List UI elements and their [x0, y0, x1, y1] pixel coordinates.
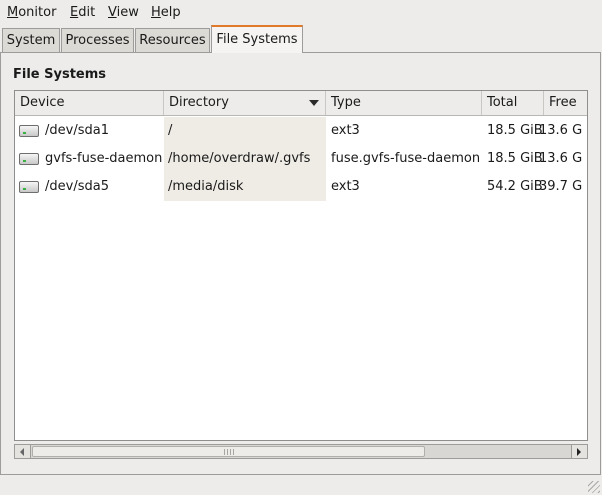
tab-resources[interactable]: Resources — [135, 28, 210, 52]
directory-cell: /home/overdraw/.gvfs — [164, 145, 326, 173]
table-row[interactable]: /dev/sda1 / ext3 18.5 GiB 13.6 G — [15, 117, 587, 145]
device-cell: gvfs-fuse-daemon — [15, 145, 164, 173]
section-title: File Systems — [13, 67, 107, 82]
directory-cell: / — [164, 117, 326, 145]
tab-system[interactable]: System — [2, 28, 60, 52]
column-header-type[interactable]: Type — [326, 91, 482, 115]
type-cell: ext3 — [331, 123, 360, 138]
column-header-directory[interactable]: Directory — [164, 91, 326, 115]
arrow-left-icon — [20, 448, 24, 456]
hard-drive-icon — [19, 125, 39, 137]
device-cell: /dev/sda5 — [15, 173, 164, 201]
menu-edit[interactable]: Edit — [70, 5, 95, 20]
column-header-device[interactable]: Device — [15, 91, 164, 115]
free-cell: 39.7 G — [539, 179, 583, 194]
device-cell: /dev/sda1 — [15, 117, 164, 145]
window-resize-grip[interactable] — [588, 481, 600, 493]
free-cell: 13.6 G — [539, 151, 583, 166]
sort-descending-icon — [309, 100, 319, 106]
menu-help[interactable]: Help — [151, 5, 181, 20]
menu-view[interactable]: View — [108, 5, 139, 20]
menu-monitor[interactable]: Monitor — [7, 5, 56, 20]
table-row[interactable]: gvfs-fuse-daemon /home/overdraw/.gvfs fu… — [15, 145, 587, 173]
scroll-right-button[interactable] — [571, 445, 587, 458]
table-header: Device Directory Type Total Free — [15, 91, 587, 116]
scroll-left-button[interactable] — [15, 445, 31, 458]
hard-drive-icon — [19, 181, 39, 193]
horizontal-scrollbar[interactable] — [14, 444, 588, 459]
table-row[interactable]: /dev/sda5 /media/disk ext3 54.2 GiB 39.7… — [15, 173, 587, 201]
tab-bar: System Processes Resources File Systems — [0, 25, 602, 53]
menu-bar: Monitor Edit View Help — [0, 0, 602, 25]
tab-processes[interactable]: Processes — [61, 28, 134, 52]
type-cell: fuse.gvfs-fuse-daemon — [331, 151, 481, 166]
scrollbar-thumb[interactable] — [32, 446, 425, 457]
column-header-total[interactable]: Total — [482, 91, 544, 115]
free-cell: 13.6 G — [539, 123, 583, 138]
hard-drive-icon — [19, 153, 39, 165]
column-header-free[interactable]: Free — [544, 91, 587, 115]
tab-file-systems[interactable]: File Systems — [211, 25, 303, 53]
type-cell: ext3 — [331, 179, 360, 194]
file-systems-table[interactable]: Device Directory Type Total Free /dev/sd… — [14, 90, 588, 441]
grip-icon — [224, 449, 236, 455]
directory-cell: /media/disk — [164, 173, 326, 201]
arrow-right-icon — [577, 448, 581, 456]
